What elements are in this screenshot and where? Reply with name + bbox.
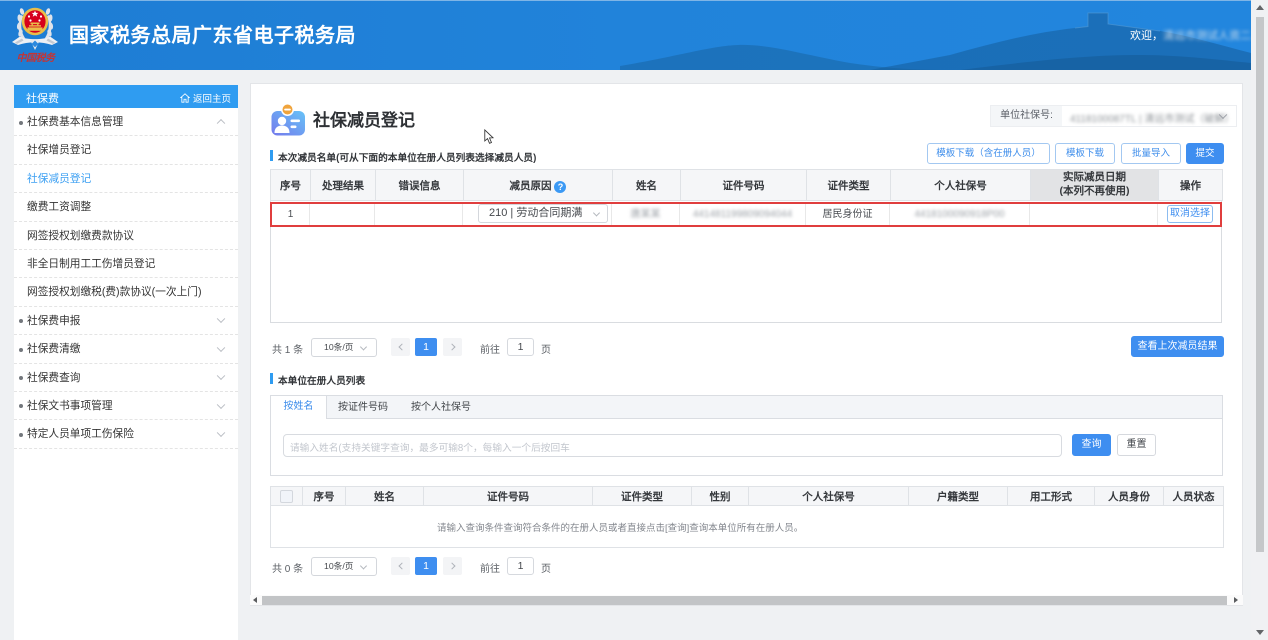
svg-text:中国税务: 中国税务 bbox=[17, 52, 57, 64]
